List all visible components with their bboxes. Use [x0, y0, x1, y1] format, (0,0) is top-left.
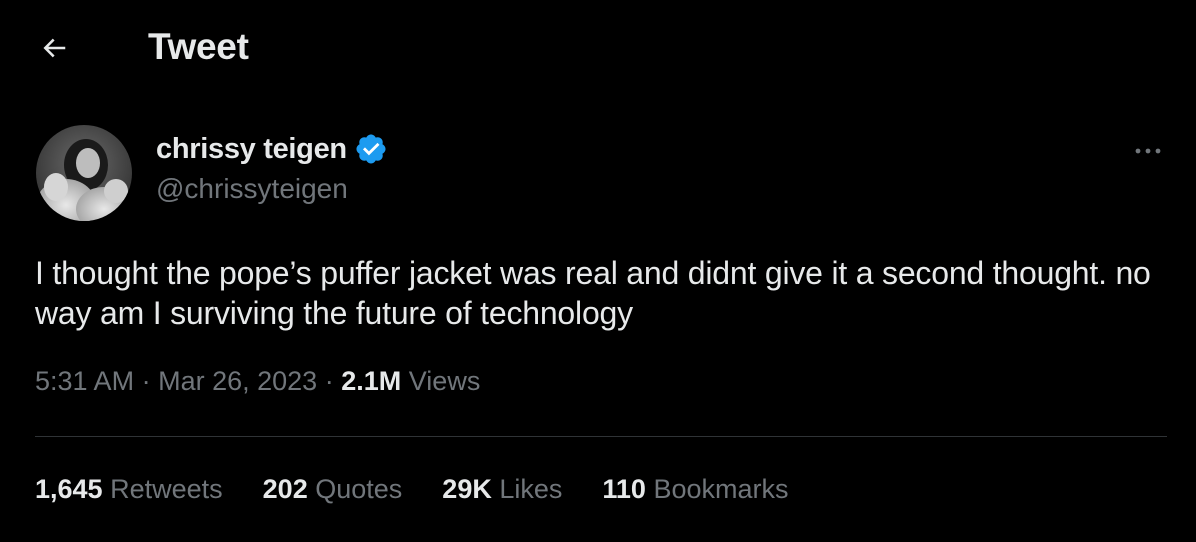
engagement-stats: 1,645 Retweets 202 Quotes 29K Likes 110 …	[35, 474, 829, 505]
tweet-time[interactable]: 5:31 AM	[35, 366, 134, 396]
display-name: chrissy teigen	[156, 132, 347, 165]
avatar[interactable]	[36, 125, 132, 221]
author-name-row[interactable]: chrissy teigen	[156, 132, 388, 166]
likes-count: 29K	[442, 474, 492, 504]
back-button[interactable]	[34, 28, 74, 68]
tweet-meta: 5:31 AM · Mar 26, 2023 · 2.1M Views	[35, 366, 480, 397]
divider	[35, 436, 1167, 437]
author-handle[interactable]: @chrissyteigen	[156, 173, 348, 205]
verified-badge-icon	[356, 134, 386, 164]
retweets-stat[interactable]: 1,645 Retweets	[35, 474, 223, 505]
retweets-label: Retweets	[110, 474, 223, 504]
meta-separator: ·	[324, 366, 334, 396]
retweets-count: 1,645	[35, 474, 103, 504]
bookmarks-count: 110	[602, 474, 646, 504]
more-horizontal-icon	[1135, 148, 1161, 154]
views-label: Views	[408, 366, 481, 396]
quotes-label: Quotes	[315, 474, 403, 504]
bookmarks-label: Bookmarks	[653, 474, 789, 504]
likes-label: Likes	[499, 474, 563, 504]
quotes-stat[interactable]: 202 Quotes	[263, 474, 403, 505]
avatar-image	[36, 125, 132, 221]
meta-separator: ·	[141, 366, 151, 396]
quotes-count: 202	[262, 474, 308, 504]
likes-stat[interactable]: 29K Likes	[442, 474, 562, 505]
bookmarks-stat[interactable]: 110 Bookmarks	[602, 474, 788, 505]
more-button[interactable]	[1128, 134, 1168, 168]
arrow-left-icon	[43, 38, 66, 58]
tweet-date[interactable]: Mar 26, 2023	[158, 366, 317, 396]
page-title: Tweet	[148, 26, 249, 67]
tweet-header: Tweet	[0, 0, 1196, 96]
views-count: 2.1M	[341, 366, 402, 396]
tweet-text: I thought the pope’s puffer jacket was r…	[35, 255, 1151, 331]
